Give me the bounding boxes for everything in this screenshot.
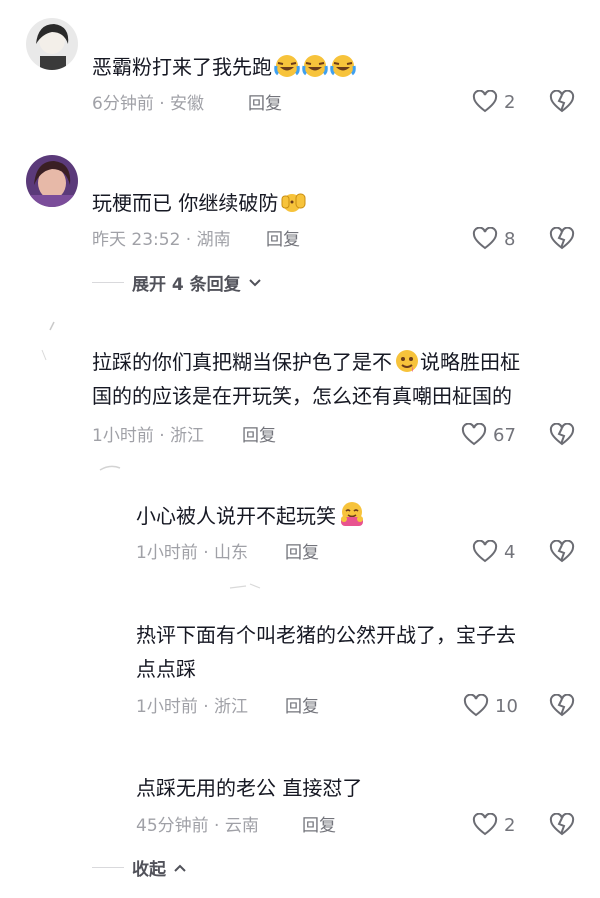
reply-button[interactable]: 回复 xyxy=(248,93,282,115)
reply-meta: 45分钟前 · 云南 xyxy=(136,816,259,836)
heart-outline-icon xyxy=(472,813,498,837)
like-count: 67 xyxy=(493,424,516,446)
chevron-up-icon xyxy=(174,863,186,873)
comment-meta: 昨天 23:52 · 湖南 xyxy=(92,230,231,250)
crying-laughing-icon xyxy=(302,54,328,86)
divider xyxy=(92,867,124,868)
broken-heart-icon[interactable] xyxy=(549,423,575,447)
like-button[interactable]: 4 xyxy=(472,540,515,564)
comment-text-label: 拉踩的你们真把糊当保护色了是不 xyxy=(92,350,392,374)
reply-text-line: 热评下面有个叫老猪的公然开战了，宝子去 xyxy=(136,623,516,647)
expand-replies-button[interactable]: 展开 4 条回复 xyxy=(92,270,261,295)
collapse-replies-button[interactable]: 收起 xyxy=(92,855,186,880)
broken-heart-icon[interactable] xyxy=(549,227,575,251)
heart-outline-icon xyxy=(472,227,498,251)
like-button[interactable]: 8 xyxy=(472,227,515,251)
avatar[interactable] xyxy=(26,155,78,207)
like-button[interactable]: 67 xyxy=(461,423,516,447)
avatar[interactable] xyxy=(96,462,126,482)
crying-laughing-icon xyxy=(274,54,300,86)
heart-outline-icon xyxy=(463,694,489,718)
comment-text-label: 说略胜田柾 xyxy=(420,350,520,374)
comment-text-label: 恶霸粉打来了我先跑 xyxy=(92,55,272,79)
expand-replies-label: 展开 4 条回复 xyxy=(132,275,241,295)
like-button[interactable]: 2 xyxy=(472,813,515,837)
reply-text: 点踩无用的老公 直接怼了 xyxy=(136,776,363,800)
reply-button[interactable]: 回复 xyxy=(266,229,300,251)
drool-icon xyxy=(394,349,420,381)
crying-laughing-icon xyxy=(330,54,356,86)
collapse-label: 收起 xyxy=(132,860,166,880)
broken-heart-icon[interactable] xyxy=(549,694,575,718)
comment-meta: 1小时前 · 浙江 xyxy=(92,426,205,446)
reply-meta: 1小时前 · 山东 xyxy=(136,543,249,563)
avatar[interactable] xyxy=(40,320,60,370)
comment-text: 恶霸粉打来了我先跑 xyxy=(92,52,356,86)
like-count: 2 xyxy=(504,814,516,836)
reply-button[interactable]: 回复 xyxy=(285,542,319,564)
hug-icon xyxy=(338,501,366,535)
like-button[interactable]: 10 xyxy=(463,694,518,718)
heart-outline-icon xyxy=(472,540,498,564)
reply-button[interactable]: 回复 xyxy=(285,696,319,718)
chevron-down-icon xyxy=(248,278,261,288)
like-button[interactable]: 2 xyxy=(472,90,515,114)
broken-heart-icon[interactable] xyxy=(549,813,575,837)
heart-outline-icon xyxy=(472,90,498,114)
reply-button[interactable]: 回复 xyxy=(242,425,276,447)
comment-text: 玩梗而已 你继续破防 xyxy=(92,188,308,222)
like-count: 4 xyxy=(504,541,516,563)
broken-heart-icon[interactable] xyxy=(549,540,575,564)
broken-heart-icon[interactable] xyxy=(549,90,575,114)
reply-meta: 1小时前 · 浙江 xyxy=(136,697,249,717)
avatar[interactable] xyxy=(226,580,266,596)
comment-text-line: 国的的应该是在开玩笑，怎么还有真嘲田柾国的 xyxy=(92,384,512,408)
comment-text-label: 玩梗而已 你继续破防 xyxy=(92,191,279,215)
reply-text-label: 小心被人说开不起玩笑 xyxy=(136,504,336,528)
heart-outline-icon xyxy=(461,423,487,447)
comment-meta: 6分钟前 · 安徽 xyxy=(92,94,205,114)
like-count: 10 xyxy=(495,695,518,717)
like-count: 2 xyxy=(504,91,516,113)
comment-text-line: 拉踩的你们真把糊当保护色了是不 说略胜田柾 xyxy=(92,347,520,381)
reply-text-line: 点点踩 xyxy=(136,657,196,681)
avatar[interactable] xyxy=(26,18,78,70)
divider xyxy=(92,282,124,283)
reply-button[interactable]: 回复 xyxy=(302,815,336,837)
clapping-icon xyxy=(280,190,308,222)
like-count: 8 xyxy=(504,228,516,250)
reply-text: 小心被人说开不起玩笑 xyxy=(136,501,366,535)
